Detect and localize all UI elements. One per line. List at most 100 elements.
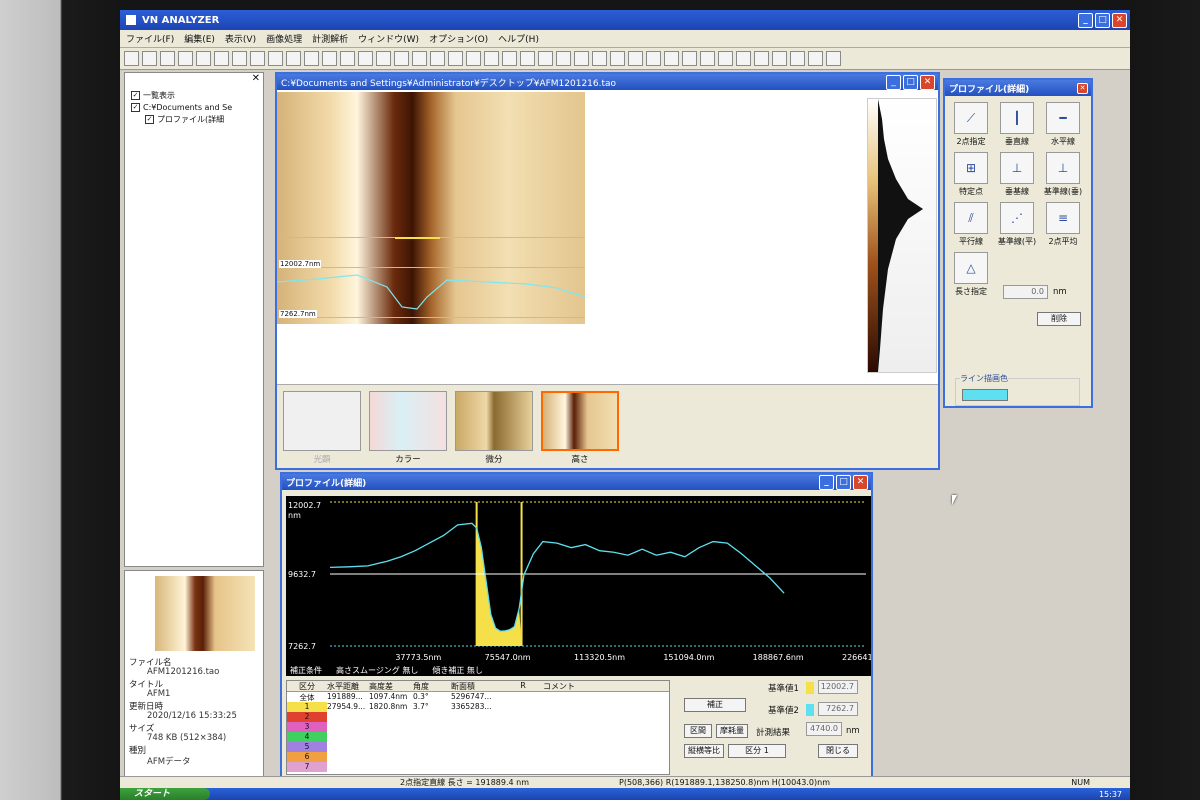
- toolbar-button-icon[interactable]: [448, 51, 463, 66]
- menu-item[interactable]: 計測解析: [312, 32, 348, 45]
- toolbar-button-icon[interactable]: [700, 51, 715, 66]
- close-icon[interactable]: ✕: [1112, 12, 1127, 28]
- toolbar-button-icon[interactable]: [520, 51, 535, 66]
- table-row[interactable]: 全体 191889... 1097.4nm 0.3° 5296747...: [287, 692, 669, 702]
- toolbar-button-icon[interactable]: [268, 51, 283, 66]
- close-icon[interactable]: ✕: [853, 474, 868, 490]
- ref1-input[interactable]: 12002.7: [818, 680, 858, 694]
- toolbar-button-icon[interactable]: [826, 51, 841, 66]
- table-header-cell[interactable]: 角度: [413, 681, 451, 691]
- table-row[interactable]: 4: [287, 732, 669, 742]
- toolbar-button-icon[interactable]: [772, 51, 787, 66]
- toolbar-button-icon[interactable]: [682, 51, 697, 66]
- thumb-optical[interactable]: [283, 391, 361, 451]
- menu-item[interactable]: ファイル(F): [126, 32, 174, 45]
- friction-button[interactable]: 摩耗量: [716, 724, 748, 738]
- toolbar-button-icon[interactable]: [196, 51, 211, 66]
- toolbar-button-icon[interactable]: [322, 51, 337, 66]
- close-icon[interactable]: ✕: [920, 74, 935, 90]
- table-row[interactable]: 6: [287, 752, 669, 762]
- table-header-cell[interactable]: 水平距離: [327, 681, 369, 691]
- toolbar-button-icon[interactable]: [754, 51, 769, 66]
- thumb-color[interactable]: [369, 391, 447, 451]
- checkbox-icon[interactable]: ✓: [131, 90, 140, 100]
- profile-tool-button[interactable]: ⋰ 基準線(平): [997, 202, 1037, 247]
- checkbox-icon[interactable]: ✓: [131, 102, 140, 112]
- toolbar-button-icon[interactable]: [430, 51, 445, 66]
- toolbar-button-icon[interactable]: [160, 51, 175, 66]
- table-header-cell[interactable]: 区分: [287, 681, 327, 691]
- menu-item[interactable]: 編集(E): [184, 32, 215, 45]
- profile-tool-button[interactable]: ⊥ 垂基線: [997, 152, 1037, 197]
- profile-tool-button[interactable]: ━ 水平線: [1043, 102, 1083, 147]
- maximize-icon[interactable]: □: [836, 474, 851, 490]
- toolbar-button-icon[interactable]: [592, 51, 607, 66]
- aspect-button[interactable]: 縦横等比: [684, 744, 724, 758]
- toolbar-button-icon[interactable]: [556, 51, 571, 66]
- maximize-icon[interactable]: □: [903, 74, 918, 90]
- profile-tool-button[interactable]: ⟋ 2点指定: [951, 102, 991, 147]
- table-row[interactable]: 2: [287, 712, 669, 722]
- toolbar-button-icon[interactable]: [286, 51, 301, 66]
- toolbar-button-icon[interactable]: [178, 51, 193, 66]
- tree-item[interactable]: ✓ プロファイル(詳細: [131, 113, 263, 125]
- toolbar-button-icon[interactable]: [538, 51, 553, 66]
- close-button[interactable]: 閉じる: [818, 744, 858, 758]
- toolbar-button-icon[interactable]: [664, 51, 679, 66]
- interval-button[interactable]: 区間: [684, 724, 712, 738]
- line-color-swatch[interactable]: [962, 389, 1008, 401]
- toolbar-button-icon[interactable]: [574, 51, 589, 66]
- toolbar-button-icon[interactable]: [124, 51, 139, 66]
- close-icon[interactable]: ✕: [1077, 82, 1088, 94]
- toolbar-button-icon[interactable]: [250, 51, 265, 66]
- tree-item[interactable]: ✓ C:¥Documents and Se: [131, 101, 263, 113]
- start-button[interactable]: スタート: [120, 788, 210, 800]
- correction-dropdown[interactable]: 補正: [684, 698, 746, 712]
- toolbar-button-icon[interactable]: [304, 51, 319, 66]
- minimize-icon[interactable]: _: [886, 74, 901, 90]
- menu-item[interactable]: ウィンドウ(W): [358, 32, 419, 45]
- table-row[interactable]: 7: [287, 762, 669, 772]
- toolbar-button-icon[interactable]: [340, 51, 355, 66]
- profile-tool-button[interactable]: ⊥ 基準線(垂): [1043, 152, 1083, 197]
- division-dropdown[interactable]: 区分 1: [728, 744, 786, 758]
- close-pane-icon[interactable]: ✕: [125, 73, 263, 85]
- profile-tool-button[interactable]: △ 長さ指定: [951, 252, 991, 297]
- toolbar-button-icon[interactable]: [610, 51, 625, 66]
- profile-tool-button[interactable]: ⫽ 平行線: [951, 202, 991, 247]
- table-header-cell[interactable]: 断面積: [451, 681, 503, 691]
- table-row[interactable]: 1 27954.9... 1820.8nm 3.7° 3365283...: [287, 702, 669, 712]
- menu-item[interactable]: オプション(O): [429, 32, 488, 45]
- toolbar-button-icon[interactable]: [718, 51, 733, 66]
- toolbar-button-icon[interactable]: [736, 51, 751, 66]
- toolbar-button-icon[interactable]: [790, 51, 805, 66]
- toolbar-button-icon[interactable]: [646, 51, 661, 66]
- tree-item[interactable]: ✓ 一覧表示: [131, 89, 263, 101]
- minimize-icon[interactable]: _: [1078, 12, 1093, 28]
- toolbar-button-icon[interactable]: [808, 51, 823, 66]
- menu-item[interactable]: 画像処理: [266, 32, 302, 45]
- table-header-cell[interactable]: R: [503, 681, 543, 691]
- thumb-height[interactable]: [541, 391, 619, 451]
- toolbar-button-icon[interactable]: [628, 51, 643, 66]
- toolbar-button-icon[interactable]: [142, 51, 157, 66]
- checkbox-icon[interactable]: ✓: [145, 114, 154, 124]
- table-header-cell[interactable]: コメント: [543, 681, 603, 691]
- thumb-differential[interactable]: [455, 391, 533, 451]
- afm-image[interactable]: 12002.7nm 7262.7nm: [277, 92, 585, 324]
- profile-plot[interactable]: 12002.7 9632.7 7262.7 nm 37773.5nm 75547.0nm 1…: [286, 496, 871, 672]
- ref2-input[interactable]: 7262.7: [818, 702, 858, 716]
- menu-item[interactable]: 表示(V): [225, 32, 256, 45]
- toolbar-button-icon[interactable]: [232, 51, 247, 66]
- toolbar-button-icon[interactable]: [502, 51, 517, 66]
- menu-item[interactable]: ヘルプ(H): [498, 32, 539, 45]
- profile-tool-button[interactable]: ≡ 2点平均: [1043, 202, 1083, 247]
- table-row[interactable]: 5: [287, 742, 669, 752]
- toolbar-button-icon[interactable]: [214, 51, 229, 66]
- profile-tool-button[interactable]: ┃ 垂直線: [997, 102, 1037, 147]
- delete-button[interactable]: 削除: [1037, 312, 1081, 326]
- toolbar-button-icon[interactable]: [358, 51, 373, 66]
- toolbar-button-icon[interactable]: [484, 51, 499, 66]
- length-input[interactable]: 0.0: [1003, 285, 1048, 299]
- profile-tool-button[interactable]: ⊞ 特定点: [951, 152, 991, 197]
